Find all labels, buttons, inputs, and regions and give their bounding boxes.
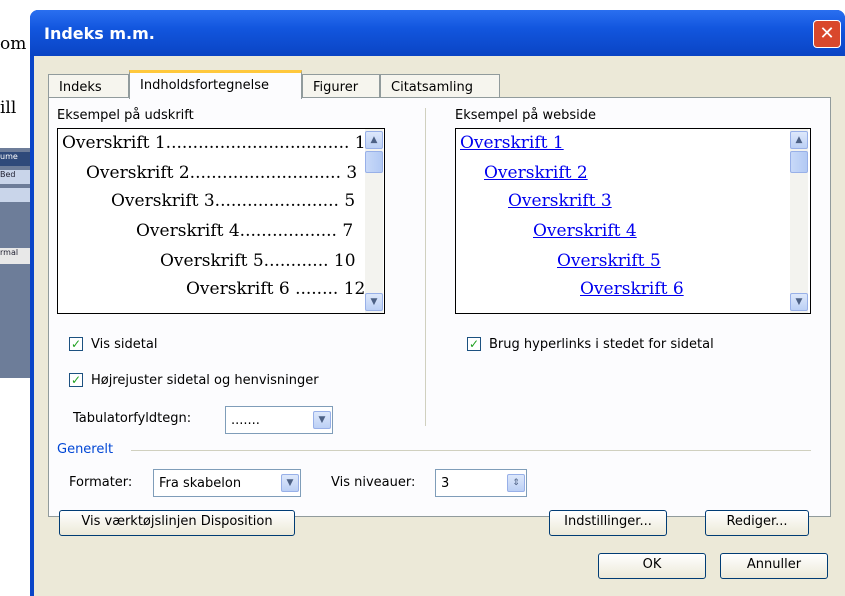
- chevron-down-icon[interactable]: ▼: [313, 411, 331, 429]
- use-hyperlinks-checkbox[interactable]: ✓: [467, 337, 481, 351]
- print-preview-line: Overskrift 5............ 10: [160, 251, 356, 271]
- print-preview-label: Eksempel på udskrift: [57, 108, 194, 123]
- ok-button[interactable]: OK: [598, 553, 706, 579]
- levels-label: Vis niveauer:: [331, 475, 416, 490]
- checkmark-icon: ✓: [70, 373, 82, 387]
- outline-toolbar-button[interactable]: Vis værktøjslinjen Disposition: [59, 510, 295, 536]
- tab-leader-label: Tabulatorfyldtegn:: [73, 411, 192, 426]
- web-preview-link[interactable]: Overskrift 2: [484, 163, 588, 183]
- chevron-up-icon: ▲: [795, 135, 803, 145]
- formats-value: Fra skabelon: [159, 476, 242, 491]
- scroll-thumb[interactable]: [790, 151, 808, 173]
- web-preview-link[interactable]: Overskrift 5: [557, 251, 661, 271]
- checkmark-icon: ✓: [70, 337, 82, 351]
- close-button[interactable]: ✕: [813, 20, 841, 48]
- levels-spinner[interactable]: 3 ⇕: [435, 469, 527, 497]
- right-align-checkbox[interactable]: ✓: [69, 373, 83, 387]
- dialog-body: Indeks Indholdsfortegnelse Figurer Citat…: [34, 56, 845, 596]
- title-bar[interactable]: Indeks m.m. ✕: [30, 10, 845, 56]
- checkmark-icon: ✓: [468, 337, 480, 351]
- tab-index[interactable]: Indeks: [48, 74, 129, 98]
- general-group-line: [131, 450, 811, 451]
- scroll-up-button[interactable]: ▲: [790, 131, 808, 149]
- web-preview-scrollbar[interactable]: ▲ ▼: [790, 129, 808, 313]
- background-text-1: om: [0, 34, 27, 54]
- print-preview-line: Overskrift 1............................…: [62, 133, 366, 153]
- web-preview-link[interactable]: Overskrift 3: [508, 191, 612, 211]
- scroll-down-button[interactable]: ▼: [365, 293, 383, 311]
- formats-label: Formater:: [69, 475, 133, 490]
- background-text-2: ill: [0, 98, 17, 118]
- scroll-down-button[interactable]: ▼: [790, 293, 808, 311]
- print-preview-line: Overskrift 2............................…: [86, 163, 358, 183]
- print-preview-box: Overskrift 1............................…: [57, 128, 385, 314]
- show-page-numbers-label: Vis sidetal: [91, 337, 158, 352]
- formats-select[interactable]: Fra skabelon ▼: [153, 469, 301, 497]
- tab-leader-value: .......: [231, 413, 260, 428]
- modify-button[interactable]: Rediger...: [705, 510, 809, 536]
- tab-panel: Eksempel på udskrift Overskrift 1.......…: [48, 97, 831, 536]
- tab-label: Citatsamling: [391, 80, 473, 95]
- close-icon: ✕: [819, 23, 835, 44]
- general-group-label: Generelt: [57, 442, 114, 457]
- web-preview-box: Overskrift 1 Overskrift 2 Overskrift 3 O…: [455, 128, 811, 314]
- right-align-label: Højrejuster sidetal og henvisninger: [91, 373, 319, 388]
- tab-label: Indholdsfortegnelse: [140, 78, 269, 93]
- settings-button[interactable]: Indstillinger...: [549, 510, 667, 536]
- print-preview-line: Overskrift 3....................... 5: [111, 191, 356, 211]
- cancel-button[interactable]: Annuller: [720, 553, 828, 579]
- tab-leader-select[interactable]: ....... ▼: [225, 406, 333, 434]
- use-hyperlinks-label: Brug hyperlinks i stedet for sidetal: [489, 337, 714, 352]
- web-preview-link[interactable]: Overskrift 6: [580, 279, 684, 299]
- tab-table-of-contents[interactable]: Indholdsfortegnelse: [129, 70, 302, 99]
- chevron-down-icon: ▼: [370, 297, 378, 307]
- tab-label: Figurer: [313, 80, 359, 95]
- spinner-arrows-icon[interactable]: ⇕: [507, 474, 525, 492]
- web-preview-label: Eksempel på webside: [455, 108, 597, 123]
- show-page-numbers-checkbox[interactable]: ✓: [69, 337, 83, 351]
- index-dialog: Indeks m.m. ✕ Indeks Indholdsfortegnelse…: [30, 10, 845, 596]
- tab-figures[interactable]: Figurer: [302, 74, 380, 98]
- chevron-down-icon[interactable]: ▼: [281, 474, 299, 492]
- dialog-title: Indeks m.m.: [44, 24, 155, 43]
- scroll-up-button[interactable]: ▲: [365, 131, 383, 149]
- print-preview-line: Overskrift 4.................. 7: [136, 221, 354, 241]
- print-preview-scrollbar[interactable]: ▲ ▼: [365, 129, 383, 313]
- web-preview-link[interactable]: Overskrift 1: [460, 133, 564, 153]
- tab-citations[interactable]: Citatsamling: [380, 74, 500, 98]
- web-preview-link[interactable]: Overskrift 4: [533, 221, 637, 241]
- print-preview-line: Overskrift 6 ........ 12: [186, 279, 366, 299]
- scroll-thumb[interactable]: [365, 151, 383, 173]
- tab-label: Indeks: [59, 80, 102, 95]
- levels-value: 3: [441, 476, 450, 491]
- vertical-divider: [425, 108, 426, 426]
- chevron-down-icon: ▼: [795, 297, 803, 307]
- chevron-up-icon: ▲: [370, 135, 378, 145]
